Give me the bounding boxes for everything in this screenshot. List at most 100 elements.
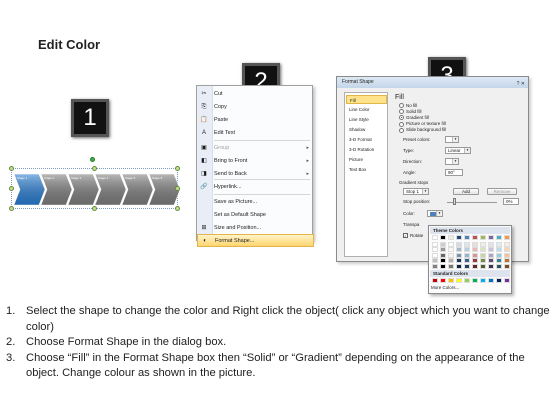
standard-color-swatch[interactable]: [432, 278, 438, 283]
menu-item-save-as-picture[interactable]: Save as Picture...: [197, 196, 314, 209]
theme-color-swatch[interactable]: [432, 263, 438, 269]
standard-color-swatch[interactable]: [448, 278, 454, 283]
preset-colors-dropdown[interactable]: ▾: [445, 136, 459, 143]
theme-color-swatch[interactable]: [496, 241, 502, 247]
menu-item-set-as-default-shape[interactable]: Set as Default Shape: [197, 209, 314, 222]
theme-color-swatch[interactable]: [480, 252, 486, 258]
theme-color-swatch[interactable]: [496, 252, 502, 258]
sidebar-item-picture[interactable]: Picture: [346, 155, 387, 164]
theme-color-swatch[interactable]: [440, 241, 446, 247]
resize-handle-br[interactable]: [175, 206, 180, 211]
theme-color-swatch[interactable]: [440, 252, 446, 258]
direction-dropdown[interactable]: ▾: [445, 158, 459, 165]
standard-color-swatch[interactable]: [472, 278, 478, 283]
theme-color-swatch[interactable]: [432, 258, 438, 263]
menu-item-group[interactable]: ▣ Group ▸: [197, 142, 314, 155]
theme-color-swatch[interactable]: [440, 263, 446, 269]
theme-color-swatch[interactable]: [464, 235, 470, 240]
theme-color-swatch[interactable]: [448, 252, 454, 258]
theme-color-swatch[interactable]: [456, 247, 462, 252]
color-picker-button[interactable]: ▾: [427, 210, 443, 217]
theme-color-swatch[interactable]: [456, 263, 462, 269]
sidebar-item-shadow[interactable]: Shadow: [346, 125, 387, 134]
resize-handle-bm[interactable]: [92, 206, 97, 211]
standard-color-swatch[interactable]: [488, 278, 494, 283]
sidebar-item-line-style[interactable]: Line Style: [346, 115, 387, 124]
fill-radio[interactable]: [399, 127, 404, 133]
resize-handle-tl[interactable]: [9, 166, 14, 171]
theme-color-swatch[interactable]: [472, 258, 478, 263]
theme-color-swatch[interactable]: [472, 241, 478, 247]
theme-color-swatch[interactable]: [480, 235, 486, 240]
theme-color-swatch[interactable]: [480, 247, 486, 252]
theme-color-swatch[interactable]: [448, 263, 454, 269]
theme-color-swatch[interactable]: [456, 235, 462, 240]
menu-item-bring-to-front[interactable]: ◧ Bring to Front ▸: [197, 155, 314, 168]
theme-color-swatch[interactable]: [488, 247, 494, 252]
stop-position-input[interactable]: 0%: [503, 198, 519, 205]
theme-color-swatch[interactable]: [504, 263, 510, 269]
theme-color-swatch[interactable]: [464, 263, 470, 269]
theme-color-swatch[interactable]: [464, 258, 470, 263]
theme-color-swatch[interactable]: [432, 247, 438, 252]
angle-input[interactable]: 90°: [445, 169, 463, 176]
theme-color-swatch[interactable]: [432, 235, 438, 240]
theme-color-swatch[interactable]: [448, 258, 454, 263]
sidebar-item-line-color[interactable]: Line Color: [346, 105, 387, 114]
standard-color-swatch[interactable]: [504, 278, 510, 283]
resize-handle-tm[interactable]: [92, 166, 97, 171]
theme-color-swatch[interactable]: [432, 252, 438, 258]
sidebar-item-fill[interactable]: Fill: [346, 95, 387, 104]
resize-handle-ml[interactable]: [9, 186, 14, 191]
standard-color-swatch[interactable]: [464, 278, 470, 283]
fill-radio[interactable]: [399, 103, 404, 108]
sidebar-item-text-box[interactable]: Text Box: [346, 165, 387, 174]
standard-color-swatch[interactable]: [496, 278, 502, 283]
standard-color-swatch[interactable]: [456, 278, 462, 283]
theme-color-swatch[interactable]: [480, 263, 486, 269]
theme-color-swatch[interactable]: [496, 235, 502, 240]
type-dropdown[interactable]: Linear ▾: [445, 147, 471, 154]
resize-handle-bl[interactable]: [9, 206, 14, 211]
theme-color-swatch[interactable]: [504, 247, 510, 252]
theme-color-swatch[interactable]: [448, 241, 454, 247]
menu-item-copy[interactable]: ⎘ Copy: [197, 101, 314, 114]
theme-color-swatch[interactable]: [488, 241, 494, 247]
theme-color-swatch[interactable]: [456, 258, 462, 263]
theme-color-swatch[interactable]: [464, 252, 470, 258]
resize-handle-mr[interactable]: [175, 186, 180, 191]
menu-item-cut[interactable]: ✂ Cut: [197, 88, 314, 101]
theme-color-swatch[interactable]: [496, 247, 502, 252]
theme-color-swatch[interactable]: [456, 252, 462, 258]
theme-color-swatch[interactable]: [480, 258, 486, 263]
theme-color-swatch[interactable]: [472, 235, 478, 240]
theme-color-swatch[interactable]: [488, 263, 494, 269]
theme-color-swatch[interactable]: [456, 241, 462, 247]
theme-color-swatch[interactable]: [472, 247, 478, 252]
sidebar-item-3-d-rotation[interactable]: 3-D Rotation: [346, 145, 387, 154]
theme-color-swatch[interactable]: [504, 235, 510, 240]
more-colors-link[interactable]: More Colors...: [431, 285, 459, 290]
theme-color-swatch[interactable]: [464, 241, 470, 247]
theme-color-swatch[interactable]: [464, 247, 470, 252]
standard-color-swatch[interactable]: [480, 278, 486, 283]
menu-item-edit-text[interactable]: A Edit Text: [197, 127, 314, 140]
theme-color-swatch[interactable]: [504, 258, 510, 263]
add-stop-button[interactable]: Add: [453, 188, 479, 195]
theme-color-swatch[interactable]: [472, 252, 478, 258]
window-controls[interactable]: ? ✕: [517, 79, 525, 90]
fill-radio[interactable]: [399, 121, 404, 127]
theme-color-swatch[interactable]: [488, 235, 494, 240]
menu-item-paste[interactable]: 📋 Paste: [197, 114, 314, 127]
theme-color-swatch[interactable]: [496, 263, 502, 269]
theme-color-swatch[interactable]: [488, 252, 494, 258]
rotate-checkbox[interactable]: ✓: [403, 233, 408, 238]
remove-stop-button[interactable]: Remove: [487, 188, 517, 195]
fill-radio[interactable]: [399, 109, 404, 115]
chevron-strip[interactable]: Stage 1 Stage 2 Stage 3 Stage 4 Stage 5 Stage…: [6, 157, 180, 215]
theme-color-swatch[interactable]: [440, 235, 446, 240]
sidebar-item-3-d-format[interactable]: 3-D Format: [346, 135, 387, 144]
theme-color-swatch[interactable]: [440, 247, 446, 252]
theme-color-swatch[interactable]: [488, 258, 494, 263]
menu-item-format-shape[interactable]: ◐ Format Shape...: [197, 234, 314, 247]
